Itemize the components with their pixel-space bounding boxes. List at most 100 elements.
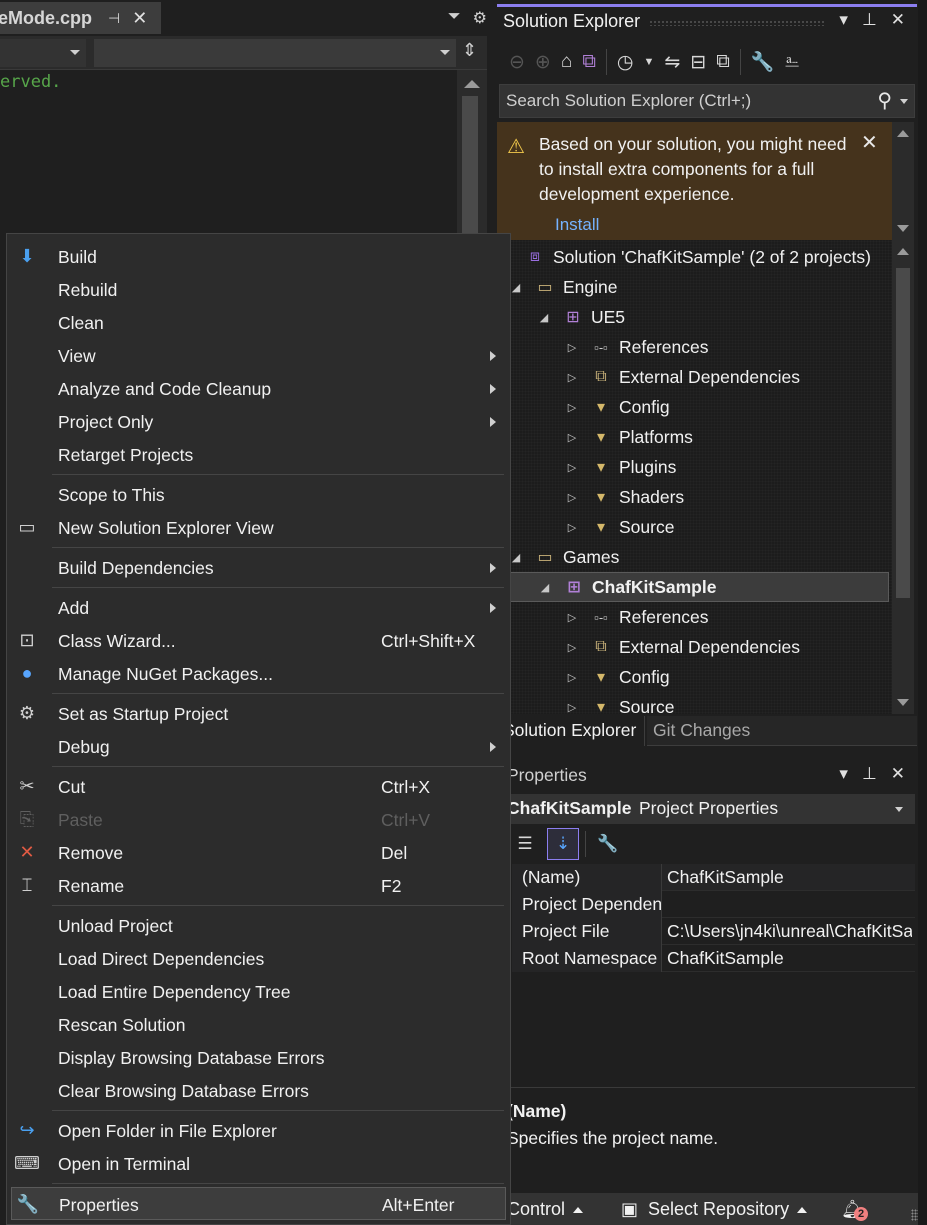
property-row[interactable]: Project Dependencies xyxy=(512,891,915,918)
menu-item-view[interactable]: View xyxy=(7,339,510,372)
menu-item-paste[interactable]: ⎘ Paste Ctrl+V xyxy=(7,803,510,836)
menu-item-project-only[interactable]: Project Only xyxy=(7,405,510,438)
member-dropdown[interactable] xyxy=(94,39,456,67)
home-icon[interactable]: ⌂ xyxy=(561,51,572,73)
scroll-up-icon[interactable] xyxy=(464,80,480,88)
menu-item-debug[interactable]: Debug xyxy=(7,730,510,763)
preview-selected-icon[interactable]: ⎁ xyxy=(784,51,799,73)
menu-item-retarget-projects[interactable]: Retarget Projects xyxy=(7,438,510,471)
editor-scrollbar[interactable] xyxy=(457,70,487,236)
tree-item[interactable]: ▷ ⧉ External Dependencies xyxy=(497,362,889,392)
menu-item-open-in-terminal[interactable]: ⌨ Open in Terminal xyxy=(7,1147,510,1180)
tree-item[interactable]: ⧈ Solution 'ChafKitSample' (2 of 2 projec… xyxy=(497,242,889,272)
close-icon[interactable]: ✕ xyxy=(861,130,878,155)
alphabetical-sort-icon[interactable]: ⇣ xyxy=(547,828,579,860)
object-selector[interactable]: ChafKitSample Project Properties xyxy=(497,794,915,824)
collapse-all-icon[interactable]: ⊟ xyxy=(690,51,706,74)
menu-item-manage-nuget-packages[interactable]: ● Manage NuGet Packages... xyxy=(7,657,510,690)
menu-item-set-as-startup-project[interactable]: ⚙ Set as Startup Project xyxy=(7,697,510,730)
pending-changes-filter-icon[interactable]: ◷ xyxy=(617,51,634,74)
expand-arrow-icon[interactable]: ▷ xyxy=(565,491,579,504)
menu-item-clear-browsing-database-errors[interactable]: Clear Browsing Database Errors xyxy=(7,1074,510,1107)
menu-item-properties[interactable]: 🔧 Properties Alt+Enter xyxy=(11,1187,506,1220)
property-value[interactable]: ChafKitSample xyxy=(667,948,912,969)
tree-item[interactable]: ▷ ▾ Config xyxy=(497,392,889,422)
close-icon[interactable]: ✕ xyxy=(891,764,905,784)
menu-item-scope-to-this[interactable]: Scope to This xyxy=(7,478,510,511)
source-control-button[interactable]: Control xyxy=(507,1199,584,1220)
window-position-dropdown-icon[interactable]: ▾ xyxy=(839,10,848,30)
expand-arrow-icon[interactable]: ▷ xyxy=(565,371,579,384)
menu-item-rename[interactable]: ⌶ Rename F2 xyxy=(7,869,510,902)
tree-item[interactable]: ▷ ⧉ External Dependencies xyxy=(497,632,889,662)
tree-item[interactable]: ◢ ▭ Engine xyxy=(497,272,889,302)
scroll-up-icon[interactable] xyxy=(897,130,909,137)
expand-arrow-icon[interactable]: ▷ xyxy=(565,611,579,624)
tab-list-icon[interactable]: ⏷ xyxy=(448,8,461,28)
install-link[interactable]: Install xyxy=(555,215,599,235)
menu-item-display-browsing-database-errors[interactable]: Display Browsing Database Errors xyxy=(7,1041,510,1074)
gear-icon[interactable]: ⚙ xyxy=(473,8,487,28)
tree-item[interactable]: ▷ ▾ Source xyxy=(497,512,889,542)
chevron-down-icon[interactable]: ▼ xyxy=(644,56,655,68)
tree-item[interactable]: ▷ ▾ Shaders xyxy=(497,482,889,512)
select-repository-button[interactable]: ▣ Select Repository xyxy=(621,1199,808,1220)
switch-views-icon[interactable]: ⧉ xyxy=(582,51,596,73)
menu-item-class-wizard[interactable]: ⊡ Class Wizard... Ctrl+Shift+X xyxy=(7,624,510,657)
tab-solution-explorer[interactable]: Solution Explorer xyxy=(497,716,645,746)
expand-arrow-icon[interactable]: ▷ xyxy=(565,671,579,684)
tab-git-changes[interactable]: Git Changes xyxy=(647,716,917,746)
project-scope-dropdown[interactable] xyxy=(0,39,86,67)
scroll-thumb[interactable] xyxy=(896,268,910,598)
menu-item-build-dependencies[interactable]: Build Dependencies xyxy=(7,551,510,584)
search-input[interactable]: Search Solution Explorer (Ctrl+;) ⚲ xyxy=(499,84,915,118)
property-row[interactable]: Project File C:\Users\jn4ki\unreal\ChafKi… xyxy=(512,918,915,945)
menu-item-cut[interactable]: ✂ Cut Ctrl+X xyxy=(7,770,510,803)
show-all-files-icon[interactable]: ⧉ xyxy=(716,51,730,73)
tree-item[interactable]: ◢ ⊞ ChafKitSample xyxy=(497,572,889,602)
property-pages-wrench-icon[interactable]: 🔧 xyxy=(592,828,624,860)
pin-icon[interactable]: ⊣ xyxy=(108,10,120,27)
collapse-arrow-icon[interactable]: ◢ xyxy=(538,581,552,594)
tree-item[interactable]: ▷ ▫-▫ References xyxy=(497,602,889,632)
tree-item[interactable]: ▷ ▾ Source xyxy=(497,692,889,715)
expand-arrow-icon[interactable]: ▷ xyxy=(565,641,579,654)
scroll-up-icon[interactable] xyxy=(897,248,909,255)
categorized-icon[interactable]: ☰ xyxy=(509,828,541,860)
property-row[interactable]: Root Namespace ChafKitSample xyxy=(512,945,915,972)
scroll-down-icon[interactable] xyxy=(897,225,909,232)
menu-item-clean[interactable]: Clean xyxy=(7,306,510,339)
collapse-arrow-icon[interactable]: ◢ xyxy=(509,551,523,564)
tree-item[interactable]: ◢ ▭ Games xyxy=(497,542,889,572)
window-position-dropdown-icon[interactable]: ▾ xyxy=(839,764,848,784)
menu-item-build[interactable]: ⬇ Build xyxy=(7,240,510,273)
forward-icon[interactable]: ⊕ xyxy=(535,51,551,74)
property-value[interactable]: ChafKitSample xyxy=(667,867,912,888)
property-value[interactable]: C:\Users\jn4ki\unreal\ChafKitSample xyxy=(667,921,912,942)
menu-item-new-solution-explorer-view[interactable]: ▭ New Solution Explorer View xyxy=(7,511,510,544)
tree-item[interactable]: ▷ ▾ Config xyxy=(497,662,889,692)
tree-scrollbar[interactable] xyxy=(892,240,914,714)
expand-arrow-icon[interactable]: ▷ xyxy=(565,341,579,354)
search-options-chevron-icon[interactable] xyxy=(900,99,908,104)
wrench-icon[interactable]: 🔧 xyxy=(751,50,775,74)
menu-item-load-entire-dependency-tree[interactable]: Load Entire Dependency Tree xyxy=(7,975,510,1008)
menu-item-rebuild[interactable]: Rebuild xyxy=(7,273,510,306)
menu-item-open-folder-in-file-explorer[interactable]: ↪ Open Folder in File Explorer xyxy=(7,1114,510,1147)
collapse-arrow-icon[interactable]: ◢ xyxy=(509,281,523,294)
back-icon[interactable]: ⊖ xyxy=(509,51,525,74)
search-icon[interactable]: ⚲ xyxy=(877,88,892,113)
property-row[interactable]: (Name) ChafKitSample xyxy=(512,864,915,891)
menu-item-unload-project[interactable]: Unload Project xyxy=(7,909,510,942)
menu-item-add[interactable]: Add xyxy=(7,591,510,624)
split-window-icon[interactable]: ⇕ xyxy=(462,40,477,61)
drag-handle[interactable] xyxy=(649,20,824,26)
tree-item[interactable]: ◢ ⊞ UE5 xyxy=(497,302,889,332)
expand-arrow-icon[interactable]: ▷ xyxy=(565,401,579,414)
expand-arrow-icon[interactable]: ▷ xyxy=(565,701,579,714)
tree-item[interactable]: ▷ ▾ Plugins xyxy=(497,452,889,482)
close-icon[interactable]: ✕ xyxy=(891,10,905,30)
menu-item-load-direct-dependencies[interactable]: Load Direct Dependencies xyxy=(7,942,510,975)
tree-item[interactable]: ▷ ▫-▫ References xyxy=(497,332,889,362)
pin-icon[interactable]: ⊥ xyxy=(862,764,877,784)
